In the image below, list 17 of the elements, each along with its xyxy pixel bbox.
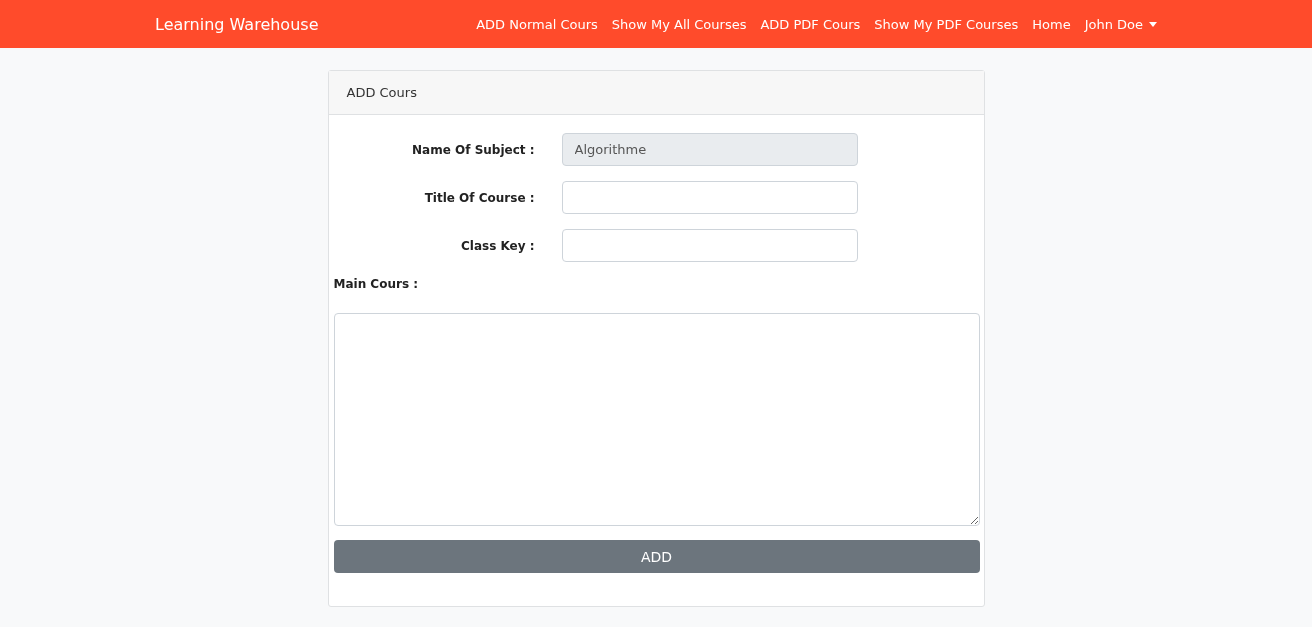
nav-link[interactable]: ADD PDF Cours xyxy=(760,16,861,32)
nav-link[interactable]: Show My PDF Courses xyxy=(874,16,1019,32)
field-label: Main Cours : xyxy=(333,277,419,291)
brand-link[interactable]: Learning Warehouse xyxy=(155,14,319,34)
text-area[interactable] xyxy=(333,313,980,526)
nav-link[interactable]: Show My All Courses xyxy=(611,16,747,32)
add-button[interactable]: ADD xyxy=(333,540,980,573)
input-field[interactable] xyxy=(561,181,858,214)
field-label: Name Of Subject : xyxy=(411,142,535,157)
nav-link[interactable]: Home xyxy=(1032,16,1071,32)
nav-link[interactable]: ADD Normal Cours xyxy=(476,16,598,32)
field-label: Title Of Course : xyxy=(423,190,535,205)
card-header: ADD Cours xyxy=(328,71,984,115)
input-field[interactable] xyxy=(561,229,858,262)
user-menu[interactable]: John Doe xyxy=(1084,16,1157,32)
caret-icon xyxy=(1149,21,1157,27)
field-label: Class Key : xyxy=(460,238,535,253)
